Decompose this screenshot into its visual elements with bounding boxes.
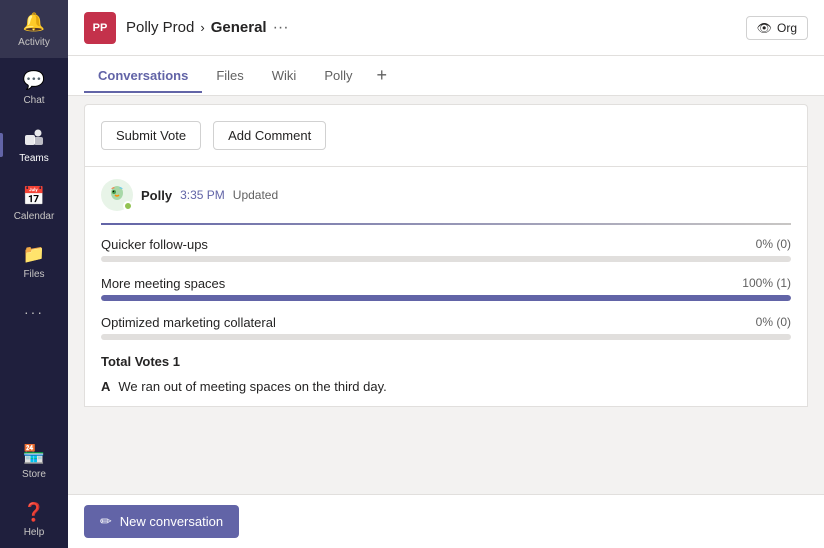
sidebar-item-help[interactable]: ❓ Help [0, 490, 68, 548]
poll-option-2-percent: 100% (1) [742, 276, 791, 291]
sidebar-item-files[interactable]: 📁 Files [0, 232, 68, 290]
files-icon: 📁 [22, 242, 46, 266]
poll-option-1: Quicker follow-ups 0% (0) [101, 237, 791, 262]
more-icon: ··· [22, 300, 46, 324]
conversation-content: Submit Vote Add Comment [68, 96, 824, 494]
poll-option-2: More meeting spaces 100% (1) [101, 276, 791, 301]
tab-files[interactable]: Files [202, 58, 257, 93]
poll-option-3-header: Optimized marketing collateral 0% (0) [101, 315, 791, 330]
total-votes-value: 1 [173, 354, 180, 369]
store-icon: 🏪 [22, 442, 46, 466]
tab-conversations[interactable]: Conversations [84, 58, 202, 93]
add-tab-button[interactable]: + [367, 57, 398, 94]
polly-avatar [101, 179, 133, 211]
total-votes: Total Votes 1 [101, 354, 791, 369]
polly-online-status [123, 201, 133, 211]
more-options-icon[interactable]: ··· [273, 19, 289, 37]
poll-option-3: Optimized marketing collateral 0% (0) [101, 315, 791, 340]
sidebar: 🔔 Activity 💬 Chat Teams 📅 Calendar 📁 Fil… [0, 0, 68, 548]
sidebar-item-calendar[interactable]: 📅 Calendar [0, 174, 68, 232]
comment-text: We ran out of meeting spaces on the thir… [118, 379, 386, 394]
comment-letter: A [101, 379, 110, 394]
poll-option-3-percent: 0% (0) [756, 315, 791, 330]
sidebar-item-store[interactable]: 🏪 Store [0, 432, 68, 490]
poll-option-2-bar-fill [101, 295, 791, 301]
sidebar-label-help: Help [24, 527, 45, 538]
tab-wiki[interactable]: Wiki [258, 58, 311, 93]
sidebar-item-more[interactable]: ··· [0, 290, 68, 334]
submit-vote-button[interactable]: Submit Vote [101, 121, 201, 150]
chat-icon: 💬 [22, 68, 46, 92]
poll-option-1-bar-bg [101, 256, 791, 262]
tab-bar: Conversations Files Wiki Polly + [68, 56, 824, 96]
poll-option-1-label: Quicker follow-ups [101, 237, 208, 252]
activity-icon: 🔔 [22, 10, 46, 34]
poll-divider [101, 223, 791, 225]
message-status: Updated [233, 188, 278, 202]
teams-icon [22, 126, 46, 150]
calendar-icon: 📅 [22, 184, 46, 208]
help-icon: ❓ [22, 500, 46, 524]
poll-option-2-bar-bg [101, 295, 791, 301]
poll-option-2-header: More meeting spaces 100% (1) [101, 276, 791, 291]
sidebar-label-files: Files [23, 269, 44, 280]
channel-header: PP Polly Prod › General ··· 👁 Org [68, 0, 824, 56]
add-comment-button[interactable]: Add Comment [213, 121, 326, 150]
poll-option-3-bar-bg [101, 334, 791, 340]
sidebar-label-activity: Activity [18, 37, 50, 48]
poll-option-3-label: Optimized marketing collateral [101, 315, 276, 330]
breadcrumb-chevron: › [200, 20, 204, 35]
poll-option-2-label: More meeting spaces [101, 276, 225, 291]
sidebar-item-activity[interactable]: 🔔 Activity [0, 0, 68, 58]
sidebar-label-calendar: Calendar [14, 211, 55, 222]
sidebar-item-teams[interactable]: Teams [0, 116, 68, 174]
team-name: Polly Prod [126, 19, 194, 36]
sidebar-label-store: Store [22, 469, 46, 480]
poll-message-row: Polly 3:35 PM Updated Quicker follow-ups… [84, 166, 808, 407]
sidebar-item-chat[interactable]: 💬 Chat [0, 58, 68, 116]
tab-polly[interactable]: Polly [310, 58, 366, 93]
org-button[interactable]: 👁 Org [746, 16, 808, 40]
comment-row: A We ran out of meeting spaces on the th… [101, 379, 791, 394]
poll-option-1-header: Quicker follow-ups 0% (0) [101, 237, 791, 252]
footer: ✏ New conversation [68, 494, 824, 548]
team-avatar: PP [84, 12, 116, 44]
compose-icon: ✏ [100, 513, 112, 530]
poll-action-bar: Submit Vote Add Comment [84, 104, 808, 166]
sender-name: Polly [141, 188, 172, 203]
poll-option-1-percent: 0% (0) [756, 237, 791, 252]
sidebar-label-chat: Chat [23, 95, 44, 106]
message-header: Polly 3:35 PM Updated [101, 179, 791, 211]
message-time: 3:35 PM [180, 188, 225, 202]
main-area: PP Polly Prod › General ··· 👁 Org Conver… [68, 0, 824, 548]
eye-icon: 👁 [757, 21, 772, 35]
channel-name: General [211, 19, 267, 36]
sidebar-label-teams: Teams [19, 153, 48, 164]
new-conversation-button[interactable]: ✏ New conversation [84, 505, 239, 538]
header-title: Polly Prod › General ··· [126, 19, 289, 37]
